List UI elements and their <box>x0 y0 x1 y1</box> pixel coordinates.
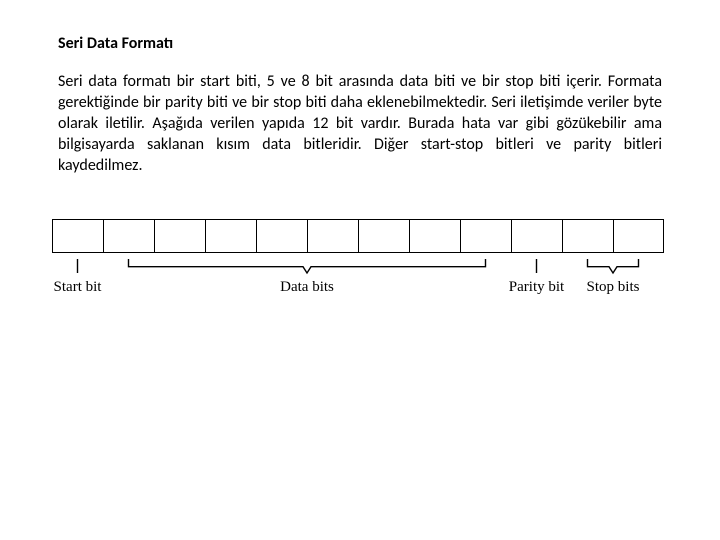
body-paragraph: Seri data formatı bir start biti, 5 ve 8… <box>58 71 662 177</box>
bracket <box>129 259 486 273</box>
bracket <box>588 259 639 273</box>
page: Seri Data Formatı Seri data formatı bir … <box>0 0 720 327</box>
section-heading: Seri Data Formatı <box>58 34 662 53</box>
bracket-label: Data bits <box>280 279 334 295</box>
bracket-label: Stop bits <box>587 279 640 295</box>
bracket-label: Parity bit <box>509 279 565 295</box>
bracket-label: Start bit <box>54 279 103 295</box>
serial-format-diagram: Start bit Data bits Parity bit Stop bits <box>52 217 664 327</box>
